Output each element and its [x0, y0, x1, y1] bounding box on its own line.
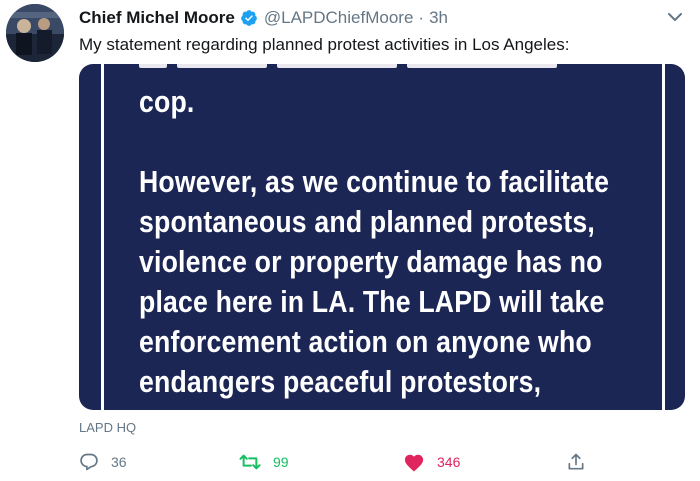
statement-line-gap	[139, 122, 586, 162]
tweet-image[interactable]: cop. However, as we continue to facilita…	[79, 64, 685, 410]
tweet-location[interactable]: LAPD HQ	[79, 420, 136, 435]
like-count: 346	[437, 454, 461, 470]
statement-line: violence or property damage has no	[139, 244, 603, 279]
statement-line: place here in LA. The LAPD will take	[139, 284, 605, 319]
avatar-photo	[6, 4, 64, 62]
statement-text: cop. However, as we continue to facilita…	[139, 82, 610, 402]
tweet-text: My statement regarding planned protest a…	[79, 35, 570, 54]
reply-button[interactable]: 36	[79, 449, 127, 475]
tweet-header: Chief Michel Moore @LAPDChiefMoore · 3h	[79, 6, 680, 30]
avatar[interactable]	[6, 4, 64, 62]
retweet-icon	[239, 452, 261, 472]
image-border-left	[101, 64, 104, 410]
statement-line: enforcement action on anyone who	[139, 324, 592, 359]
tweet-timestamp[interactable]: 3h	[429, 8, 448, 28]
retweet-button[interactable]: 99	[239, 449, 289, 475]
tweet-actions: 36 99 346	[79, 449, 599, 475]
author-handle[interactable]: @LAPDChiefMoore	[264, 8, 414, 28]
share-icon	[566, 452, 586, 472]
heart-icon	[403, 452, 425, 472]
cut-off-text-line	[139, 64, 609, 70]
retweet-count: 99	[273, 454, 289, 470]
statement-line: spontaneous and planned protests,	[139, 204, 595, 239]
verified-badge-icon	[240, 9, 258, 27]
chevron-down-icon[interactable]	[666, 10, 684, 24]
share-button[interactable]	[566, 449, 586, 475]
statement-line: However, as we continue to facilitate	[139, 164, 610, 199]
author-name[interactable]: Chief Michel Moore	[79, 8, 235, 28]
like-button[interactable]: 346	[403, 449, 460, 475]
image-border-right	[662, 64, 665, 410]
statement-line: endangers peaceful protestors,	[139, 364, 542, 399]
reply-icon	[79, 452, 99, 472]
separator-dot: ·	[418, 8, 425, 27]
reply-count: 36	[111, 454, 127, 470]
statement-line: cop.	[139, 84, 195, 119]
